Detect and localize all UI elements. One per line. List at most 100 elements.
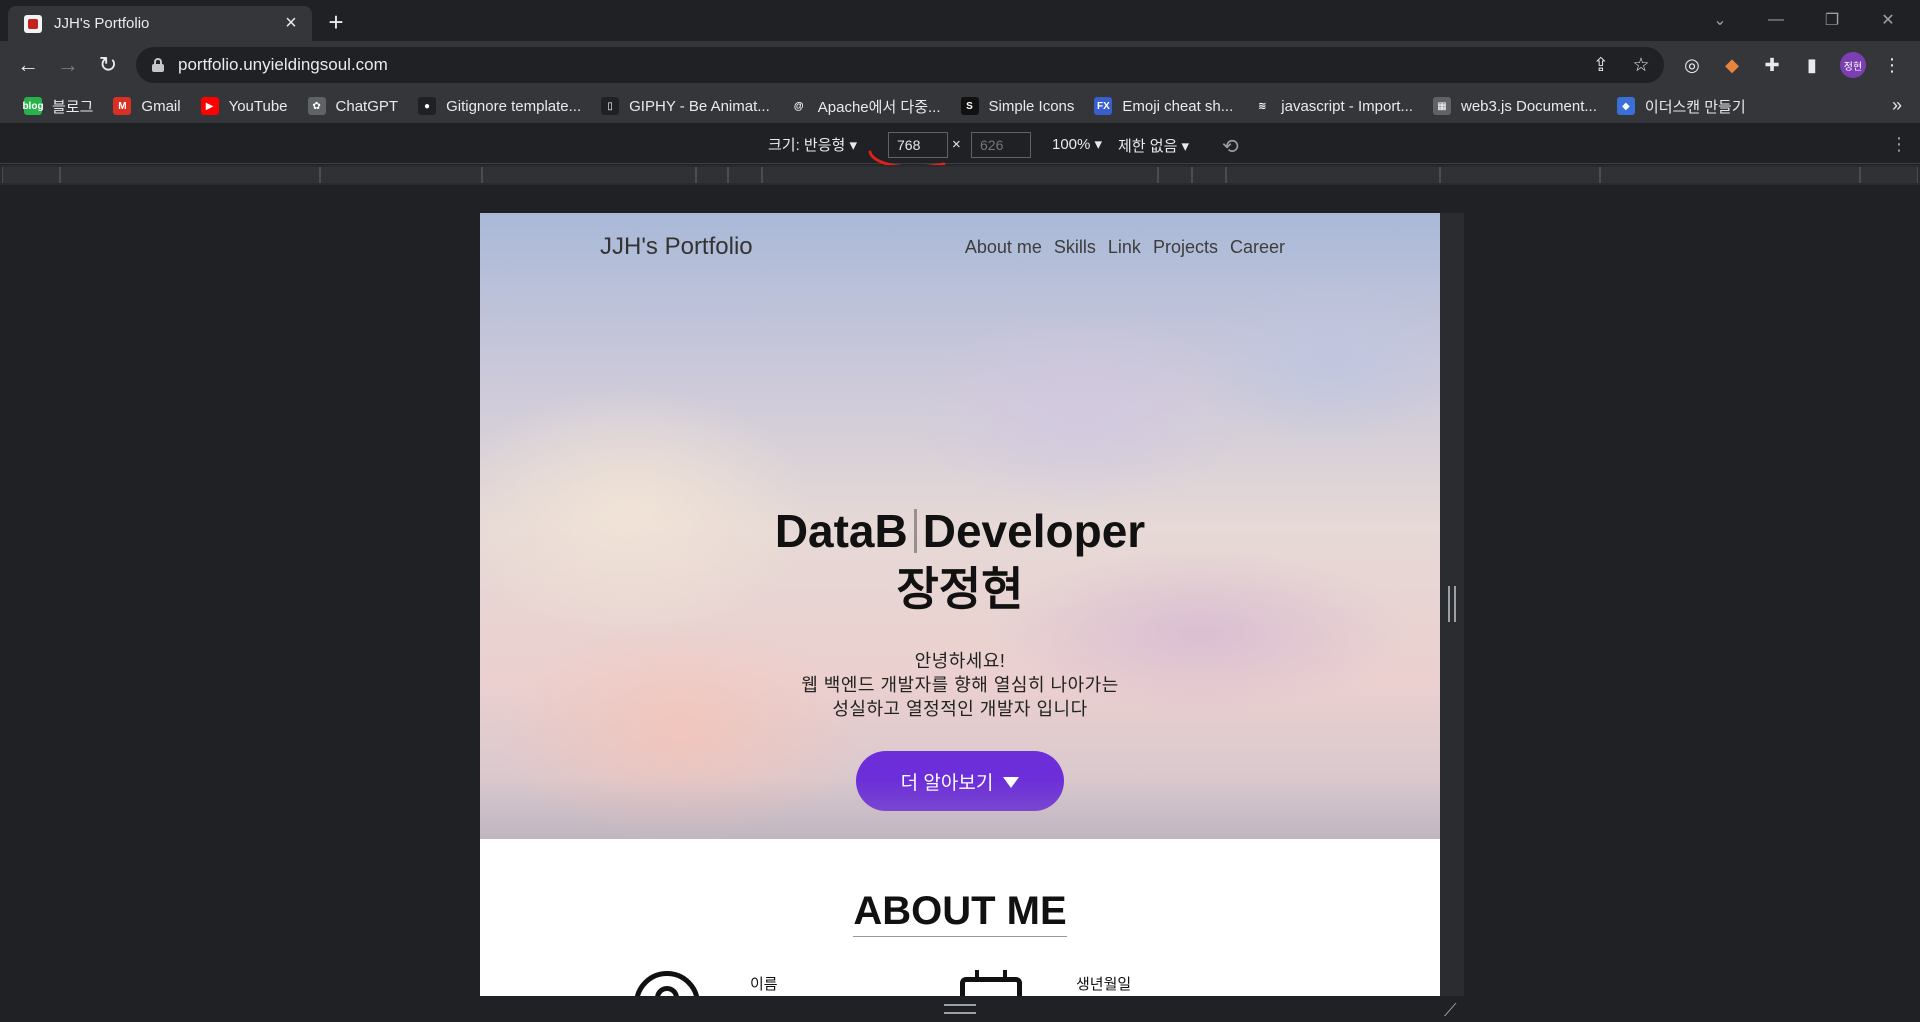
rotate-icon[interactable]: ⟲ <box>1222 134 1239 159</box>
about-section: ABOUT ME 이름 생년월일 <box>480 839 1440 996</box>
person-icon <box>634 971 700 996</box>
media-query-segment[interactable] <box>696 167 728 183</box>
corner-resize-icon[interactable]: ⟋ <box>1444 1000 1457 1021</box>
site-logo[interactable]: JJH's Portfolio <box>600 233 753 261</box>
bookmark-label: 이더스캔 만들기 <box>1644 98 1746 116</box>
nav-projects[interactable]: Projects <box>1153 237 1218 258</box>
bookmark-item[interactable]: @ Apache에서 다중... <box>782 92 949 120</box>
new-tab-button[interactable]: + <box>322 7 350 37</box>
bookmark-item[interactable]: FX Emoji cheat sh... <box>1086 92 1241 120</box>
intro-line: 안녕하세요! <box>914 651 1006 671</box>
media-query-segment[interactable] <box>1860 167 1918 183</box>
media-query-segment[interactable] <box>2 167 60 183</box>
bookmark-item[interactable]: ≋ javascript - Import... <box>1245 92 1421 120</box>
blog-icon: blog <box>22 97 44 115</box>
device-toolbar: 크기: 반응형 ▾ × 100% ▾ 제한 없음 ▾ ⟲ ⋮ <box>0 126 1920 164</box>
bookmark-label: javascript - Import... <box>1281 97 1413 115</box>
dimensions-dropdown[interactable]: 크기: 반응형 ▾ <box>768 134 857 155</box>
bookmark-label: GIPHY - Be Animat... <box>629 97 770 115</box>
fx-icon: FX <box>1094 97 1113 115</box>
media-query-segment[interactable] <box>1440 167 1600 183</box>
back-icon[interactable]: ← <box>12 49 44 81</box>
bookmark-item[interactable]: blog 블로그 <box>16 92 101 120</box>
media-query-segment[interactable] <box>1192 167 1226 183</box>
gmail-icon: M <box>113 97 132 115</box>
media-query-segment[interactable] <box>60 167 320 183</box>
extensions-puzzle-icon[interactable]: ✚ <box>1759 52 1785 78</box>
bookmark-item[interactable]: S Simple Icons <box>953 92 1083 120</box>
nav-career[interactable]: Career <box>1230 237 1285 258</box>
bookmark-item[interactable]: ✿ ChatGPT <box>300 92 407 120</box>
learn-more-button[interactable]: 더 알아보기 <box>856 751 1064 811</box>
bookmark-label: Apache에서 다중... <box>817 98 941 116</box>
bookmark-label: web3.js Document... <box>1460 97 1597 115</box>
more-bookmarks-icon[interactable]: » <box>1892 95 1902 116</box>
close-tab-icon[interactable]: × <box>280 12 302 35</box>
media-query-segment[interactable] <box>1600 167 1860 183</box>
media-query-segment[interactable] <box>482 167 696 183</box>
headline-typing-text: DataB <box>774 505 908 557</box>
bookmark-item[interactable]: ▶ YouTube <box>193 92 296 120</box>
cube-icon: ◆ <box>1616 97 1635 115</box>
calendar-icon <box>960 970 1022 996</box>
zoom-dropdown[interactable]: 100% ▾ <box>1052 135 1102 153</box>
typing-cursor <box>913 509 917 553</box>
bookmark-item[interactable]: ▯ GIPHY - Be Animat... <box>593 92 778 120</box>
lock-icon[interactable] <box>152 58 164 72</box>
device-toolbar-menu-icon[interactable]: ⋮ <box>1890 134 1908 155</box>
minimize-icon[interactable]: — <box>1748 0 1804 40</box>
media-query-segment[interactable] <box>1226 167 1440 183</box>
address-bar[interactable]: portfolio.unyieldingsoul.com <box>136 47 1664 83</box>
chatgpt-icon: ✿ <box>307 97 326 115</box>
about-title: ABOUT ME <box>480 889 1440 937</box>
chrome-menu-icon[interactable]: ⋮ <box>1879 52 1905 78</box>
nav-link[interactable]: Link <box>1108 237 1141 258</box>
hero-name: 장정현 <box>896 563 1024 615</box>
intro-line: 성실하고 열정적인 개발자 입니다 <box>832 699 1088 719</box>
bookmark-item[interactable]: ● Gitignore template... <box>410 92 589 120</box>
bookmark-star-icon[interactable]: ☆ <box>1626 50 1656 80</box>
right-resize-handle[interactable] <box>1448 586 1456 622</box>
bookmark-label: YouTube <box>228 97 288 115</box>
side-panel-icon[interactable]: ▮ <box>1799 52 1825 78</box>
restore-icon[interactable]: ❐ <box>1804 0 1860 40</box>
times-symbol: × <box>952 136 961 153</box>
media-query-segment[interactable] <box>762 167 1158 183</box>
reload-icon[interactable]: ↻ <box>92 49 124 81</box>
media-query-segment[interactable] <box>728 167 762 183</box>
about-heading: ABOUT ME <box>853 889 1067 937</box>
url-text[interactable]: portfolio.unyieldingsoul.com <box>178 55 388 75</box>
bottom-resize-handle[interactable] <box>944 1004 976 1014</box>
viewport-height-input[interactable] <box>971 132 1031 158</box>
media-query-segment[interactable] <box>1158 167 1192 183</box>
extension-target-icon[interactable]: ◎ <box>1679 52 1705 78</box>
emulated-viewport: JJH's Portfolio About me Skills Link Pro… <box>480 213 1440 996</box>
stackoverflow-icon: ≋ <box>1253 97 1272 115</box>
nav-about-me[interactable]: About me <box>965 237 1042 258</box>
tab-search-icon[interactable]: ⌄ <box>1692 0 1748 40</box>
caret-down-icon <box>1003 777 1020 788</box>
bookmark-item[interactable]: ▦ web3.js Document... <box>1425 92 1605 120</box>
nav-skills[interactable]: Skills <box>1054 237 1096 258</box>
site-nav: About me Skills Link Projects Career <box>965 237 1285 258</box>
media-query-segment[interactable] <box>320 167 482 183</box>
site-favicon-icon <box>24 14 42 33</box>
profile-avatar[interactable]: 정현 <box>1840 52 1866 78</box>
browser-tab[interactable]: JJH's Portfolio × <box>8 6 312 41</box>
bookmark-label: Gmail <box>141 97 181 115</box>
metamask-fox-icon[interactable]: ◆ <box>1719 52 1745 78</box>
bookmark-item[interactable]: M Gmail <box>105 92 188 120</box>
bookmarks-bar: blog 블로그 M Gmail ▶ YouTube ✿ ChatGPT ● Gitignore … <box>0 89 1920 123</box>
bookmark-label: Gitignore template... <box>446 97 582 115</box>
close-window-icon[interactable]: ✕ <box>1860 0 1916 40</box>
docs-icon: ▦ <box>1432 97 1451 115</box>
share-icon[interactable]: ⇪ <box>1586 50 1616 80</box>
bookmark-item[interactable]: ◆ 이더스캔 만들기 <box>1609 92 1754 120</box>
throttle-dropdown[interactable]: 제한 없음 ▾ <box>1118 135 1189 156</box>
tab-strip: JJH's Portfolio × + ⌄ — ❐ ✕ <box>0 0 1920 41</box>
dimensions-label: 크기: 반응형 <box>768 137 846 154</box>
github-icon: ● <box>418 97 437 115</box>
bookmark-label: Simple Icons <box>988 97 1075 115</box>
bookmark-label: Emoji cheat sh... <box>1122 97 1234 115</box>
forward-icon[interactable]: → <box>52 49 84 81</box>
